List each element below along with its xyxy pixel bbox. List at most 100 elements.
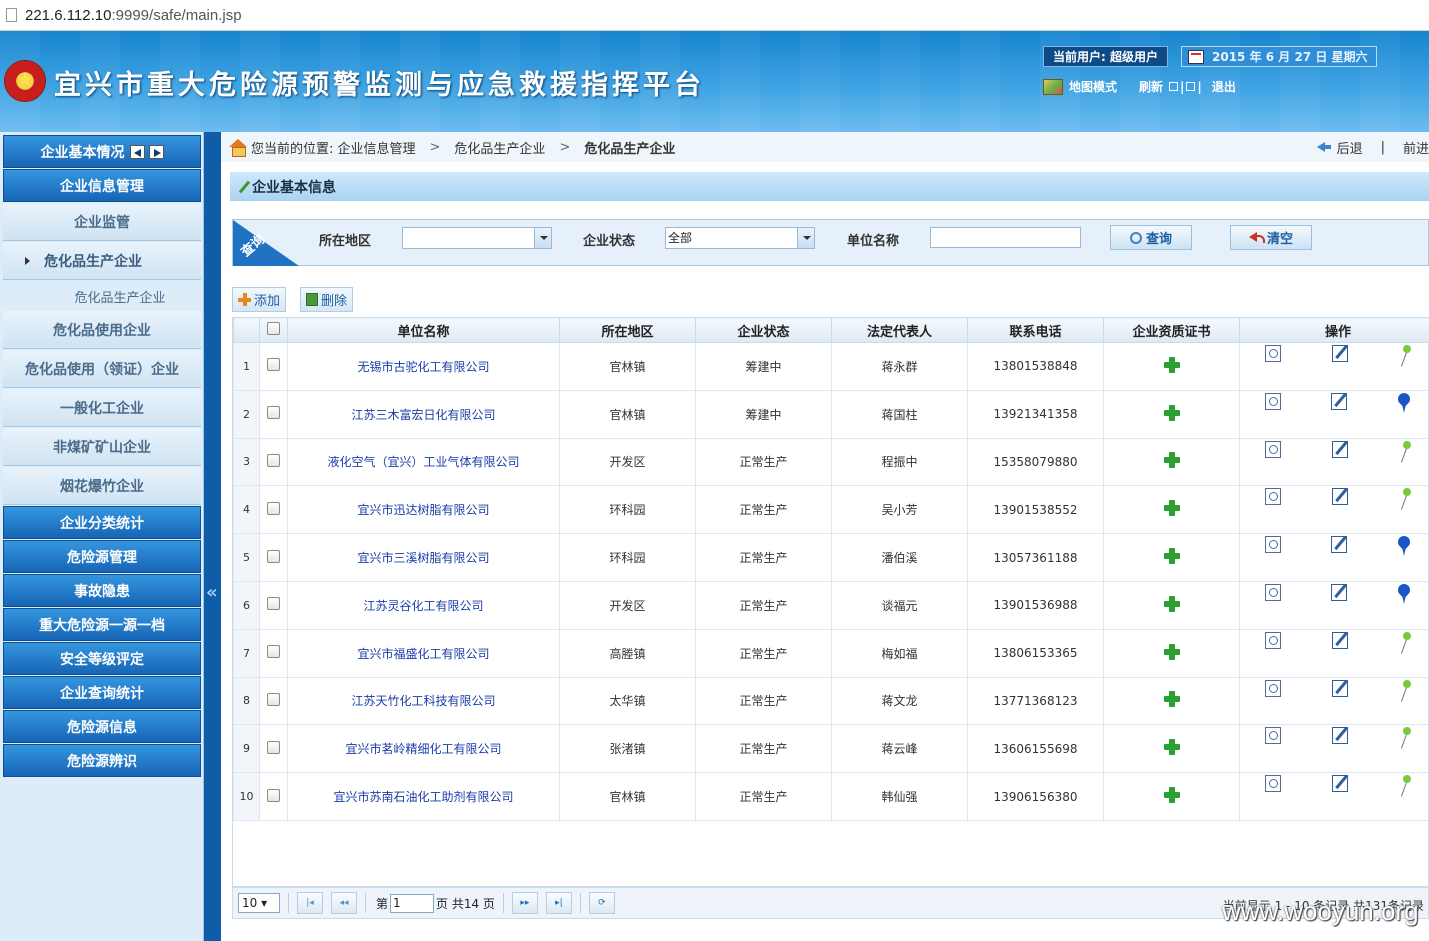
sidebar-item-info-mgmt[interactable]: 企业信息管理 <box>3 169 201 202</box>
row-checkbox[interactable] <box>267 597 280 611</box>
table-row[interactable]: 1 无锡市古驼化工有限公司 官林镇 筹建中 蒋永群 13801538848 <box>233 342 1429 391</box>
sidebar-item-hazard-identify[interactable]: 危险源辨识 <box>3 744 201 777</box>
green-cross-icon[interactable] <box>1163 643 1180 660</box>
view-icon[interactable] <box>1265 727 1282 745</box>
row-select-cell[interactable] <box>259 772 288 821</box>
sidebar-collapse-bar[interactable]: « <box>204 132 221 941</box>
view-icon[interactable] <box>1265 536 1281 554</box>
row-checkbox[interactable] <box>267 692 280 706</box>
view-icon[interactable] <box>1265 488 1282 506</box>
column-header[interactable]: 企业资质证书 <box>1103 317 1240 343</box>
view-icon[interactable] <box>1265 679 1282 697</box>
search-button[interactable]: 查询 <box>1110 225 1192 250</box>
first-page-icon[interactable]: |◂ <box>297 892 323 914</box>
row-checkbox[interactable] <box>267 645 280 659</box>
sidebar-item-hazard-mgmt[interactable]: 危险源管理 <box>3 540 201 573</box>
row-checkbox[interactable] <box>267 740 280 754</box>
delete-button[interactable]: 删除 <box>300 287 354 312</box>
address-bar[interactable]: 221.6.112.10:9999/safe/main.jsp <box>0 0 1429 31</box>
column-header[interactable]: 单位名称 <box>287 317 560 343</box>
green-cross-icon[interactable] <box>1163 595 1180 612</box>
prev-page-icon[interactable]: ◂◂ <box>331 892 357 914</box>
company-name-cell[interactable]: 液化空气（宜兴）工业气体有限公司 <box>287 437 560 487</box>
row-checkbox[interactable] <box>267 358 280 372</box>
sidebar-leaf-hazchem-production[interactable]: 危化品生产企业 <box>3 281 201 311</box>
column-header[interactable]: 法定代表人 <box>831 317 968 343</box>
company-name-cell[interactable]: 宜兴市茗岭精细化工有限公司 <box>287 724 560 774</box>
green-cross-icon[interactable] <box>1163 452 1180 469</box>
row-checkbox[interactable] <box>267 788 280 802</box>
window-icon[interactable] <box>1169 82 1179 91</box>
sidebar-item-safety-rating[interactable]: 安全等级评定 <box>3 642 201 675</box>
pin-green-icon[interactable] <box>1399 727 1411 749</box>
forward-link[interactable]: 前进 <box>1403 138 1429 157</box>
row-checkbox[interactable] <box>267 549 280 563</box>
view-icon[interactable] <box>1265 631 1282 649</box>
table-row[interactable]: 3 液化空气（宜兴）工业气体有限公司 开发区 正常生产 程振中 15358079880 <box>233 437 1429 487</box>
back-link[interactable]: 后退 <box>1337 138 1363 157</box>
pin-blue-icon[interactable] <box>1397 393 1411 415</box>
row-select-cell[interactable] <box>259 628 288 678</box>
green-cross-icon[interactable] <box>1163 787 1180 804</box>
sidebar-item-hazard-info[interactable]: 危险源信息 <box>3 710 201 743</box>
green-cross-icon[interactable] <box>1163 739 1180 756</box>
pin-green-icon[interactable] <box>1399 631 1411 654</box>
column-header[interactable]: 所在地区 <box>559 317 696 343</box>
select-all-checkbox[interactable] <box>267 321 280 335</box>
row-select-cell[interactable] <box>259 389 288 439</box>
pin-green-icon[interactable] <box>1399 679 1411 702</box>
edit-icon[interactable] <box>1331 775 1348 793</box>
row-checkbox[interactable] <box>267 453 280 467</box>
chevron-down-icon[interactable] <box>797 228 814 248</box>
edit-icon[interactable] <box>1331 440 1348 458</box>
table-row[interactable]: 10 宜兴市苏南石油化工助剂有限公司 官林镇 正常生产 韩仙强 13906156380 <box>233 772 1429 821</box>
logout-link[interactable]: 退出 <box>1212 78 1236 95</box>
row-checkbox[interactable] <box>267 501 280 515</box>
home-icon[interactable] <box>229 139 247 157</box>
row-select-cell[interactable] <box>259 533 288 582</box>
edit-icon[interactable] <box>1331 345 1348 362</box>
refresh-link[interactable]: 刷新 <box>1139 78 1163 95</box>
sidebar-item-accident-hazard[interactable]: 事故隐患 <box>3 574 201 607</box>
region-select[interactable] <box>402 227 552 249</box>
page-size-select[interactable]: 10 ▾ <box>238 893 280 913</box>
green-cross-icon[interactable] <box>1163 548 1180 565</box>
row-select-cell[interactable] <box>259 437 288 487</box>
table-row[interactable]: 2 江苏三木富宏日化有限公司 官林镇 筹建中 蒋国柱 13921341358 <box>233 389 1429 439</box>
map-mode-link[interactable]: 地图模式 <box>1069 78 1117 95</box>
sidebar-item-general-chemical[interactable]: 一般化工企业 <box>3 389 201 427</box>
green-cross-icon[interactable] <box>1163 500 1180 517</box>
page-number-input[interactable]: 1 <box>390 893 435 913</box>
green-cross-icon[interactable] <box>1163 356 1180 373</box>
edit-icon[interactable] <box>1331 583 1347 601</box>
company-name-cell[interactable]: 江苏天竹化工科技有限公司 <box>287 676 560 726</box>
edit-icon[interactable] <box>1331 679 1348 697</box>
view-icon[interactable] <box>1265 583 1281 601</box>
company-name-cell[interactable]: 江苏三木富宏日化有限公司 <box>287 389 560 439</box>
row-select-cell[interactable] <box>259 342 288 391</box>
company-name-cell[interactable]: 宜兴市苏南石油化工助剂有限公司 <box>287 772 560 821</box>
view-icon[interactable] <box>1265 345 1282 362</box>
view-icon[interactable] <box>1265 775 1282 793</box>
pin-green-icon[interactable] <box>1399 345 1411 367</box>
edit-icon[interactable] <box>1331 488 1348 506</box>
sidebar-item-query-stats[interactable]: 企业查询统计 <box>3 676 201 709</box>
company-name-input[interactable] <box>930 227 1081 248</box>
edit-icon[interactable] <box>1331 536 1347 554</box>
table-row[interactable]: 7 宜兴市福盛化工有限公司 高塍镇 正常生产 梅如福 13806153365 <box>233 628 1429 678</box>
edit-icon[interactable] <box>1331 727 1348 745</box>
row-select-cell[interactable] <box>259 580 288 630</box>
last-page-icon[interactable]: ▸| <box>545 892 572 914</box>
pin-blue-icon[interactable] <box>1397 584 1411 606</box>
company-name-cell[interactable]: 无锡市古驼化工有限公司 <box>287 342 560 391</box>
next-page-icon[interactable]: ▸▸ <box>511 892 538 914</box>
arrow-right-icon[interactable] <box>148 144 164 159</box>
company-name-cell[interactable]: 江苏灵谷化工有限公司 <box>287 580 560 630</box>
view-icon[interactable] <box>1265 440 1282 458</box>
pin-green-icon[interactable] <box>1399 775 1411 797</box>
view-icon[interactable] <box>1265 392 1281 410</box>
table-row[interactable]: 6 江苏灵谷化工有限公司 开发区 正常生产 谈福元 13901536988 <box>233 580 1429 630</box>
pin-blue-icon[interactable] <box>1397 536 1411 558</box>
row-select-cell[interactable] <box>259 485 288 535</box>
pin-green-icon[interactable] <box>1399 488 1411 510</box>
